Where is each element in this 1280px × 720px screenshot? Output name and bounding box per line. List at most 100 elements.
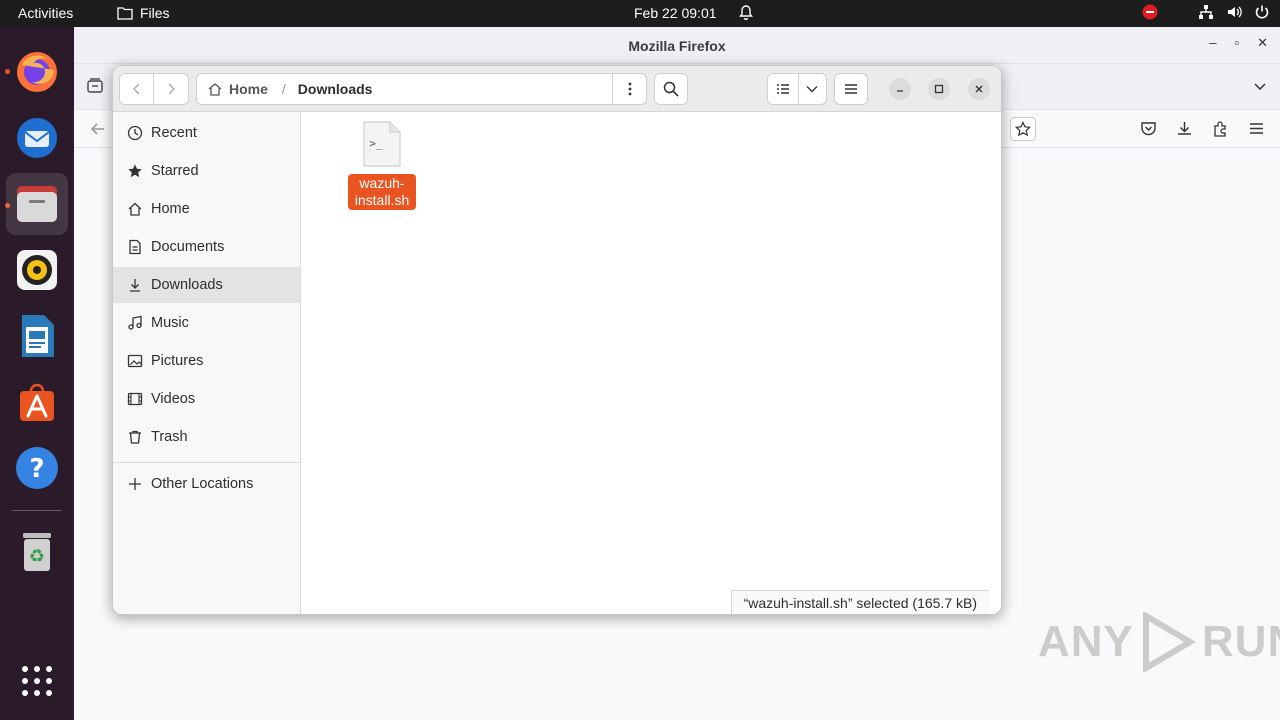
view-switcher [767,73,827,105]
volume-icon [1228,6,1242,18]
firefox-window-title: Mozilla Firefox [628,38,726,54]
bookmark-star-icon[interactable] [1010,117,1036,141]
pocket-icon[interactable] [1140,120,1157,140]
files-window: Home / Downloads Recent Starred Home Doc… [112,65,1002,615]
firefox-window-controls: – ▫ ✕ [1209,35,1268,51]
help-icon: ? [16,447,58,489]
sidebar-item-pictures[interactable]: Pictures [113,343,300,379]
document-icon [129,239,141,255]
shell-script-file-icon: >_ [363,121,401,167]
view-options-button[interactable] [799,74,826,104]
list-all-tabs-icon[interactable] [1252,78,1268,97]
firefox-icon [17,52,57,92]
plus-icon [129,478,141,490]
clock[interactable]: Feb 22 09:01 [634,5,717,21]
hamburger-menu-icon[interactable] [1248,120,1265,140]
folder-icon [117,7,133,20]
do-not-disturb-icon [1142,4,1158,20]
search-icon [663,81,679,97]
maximize-icon [934,84,944,94]
dock-thunderbird[interactable] [6,107,68,169]
file-name-line: install.sh [354,192,410,208]
sidebar-item-documents[interactable]: Documents [113,229,300,265]
anyrun-watermark: ANY RUN [1038,612,1280,672]
file-name-label: wazuh- install.sh [348,174,416,210]
selection-status: “wazuh-install.sh” selected (165.7 kB) [730,590,989,614]
dock-software[interactable] [6,371,68,433]
downloads-icon[interactable] [1176,120,1193,140]
svg-text:?: ? [29,454,44,484]
sidebar-item-label: Trash [151,429,188,445]
close-button[interactable] [968,78,990,100]
app-menu[interactable]: Files [117,5,170,21]
system-tray[interactable] [1142,4,1270,20]
minimize-icon[interactable]: – [1209,35,1216,51]
path-menu-button[interactable] [612,74,646,104]
libreoffice-writer-icon [22,315,54,357]
forward-button[interactable] [154,74,188,104]
search-button[interactable] [654,73,688,105]
videos-icon [127,392,143,406]
dock-rhythmbox[interactable] [6,239,68,301]
extensions-icon[interactable] [1212,120,1229,140]
list-view-icon [776,84,789,94]
sidebar-item-label: Videos [151,391,196,407]
maximize-button[interactable] [928,78,950,100]
dock-files[interactable] [6,173,68,235]
star-icon [128,164,142,178]
close-icon[interactable]: ✕ [1257,35,1268,51]
dock-trash[interactable]: ♻ [6,520,68,582]
app-grid-icon [22,666,52,696]
dock-writer[interactable] [6,305,68,367]
watermark-text-right: RUN [1201,617,1280,666]
path-home-button[interactable]: Home [197,81,268,97]
sidebar-item-starred[interactable]: Starred [113,153,300,189]
sidebar-item-other-locations[interactable]: Other Locations [113,466,300,502]
file-icon-glyph: >_ [369,137,383,150]
files-headerbar: Home / Downloads [113,66,1001,112]
path-home-label: Home [229,81,268,97]
pictures-icon [127,354,143,368]
svg-text:♻: ♻ [29,546,45,567]
back-arrow-icon[interactable] [89,120,107,141]
dock-firefox[interactable] [6,41,68,103]
back-button[interactable] [120,74,155,104]
files-app-icon [17,186,57,222]
dock: ? ♻ [0,27,74,720]
firefox-titlebar: Mozilla Firefox – ▫ ✕ [74,27,1280,64]
main-menu-button[interactable] [834,73,868,105]
minimize-button[interactable] [889,78,911,100]
path-separator: / [281,81,286,97]
home-icon [208,82,222,96]
file-item[interactable]: >_ wazuh- install.sh [348,120,416,210]
path-current-label[interactable]: Downloads [298,81,373,97]
sidebar-item-label: Recent [151,125,197,141]
show-apps-button[interactable] [6,650,68,712]
sidebar-item-videos[interactable]: Videos [113,381,300,417]
list-view-button[interactable] [768,74,799,104]
sidebar-item-home[interactable]: Home [113,191,300,227]
app-center-icon [20,383,54,421]
top-bar: Activities Files Feb 22 09:01 [0,0,1280,27]
hamburger-menu-icon [845,84,857,94]
sidebar-item-label: Music [151,315,189,331]
sidebar-item-recent[interactable]: Recent [113,115,300,151]
thunderbird-icon [17,118,57,158]
sidebar-item-trash[interactable]: Trash [113,419,300,455]
file-name-line: wazuh- [359,175,405,191]
sidebar-item-label: Home [151,201,190,217]
restore-icon[interactable]: ▫ [1234,35,1239,51]
file-view[interactable]: >_ wazuh- install.sh “wazuh-install.sh” … [302,112,1001,614]
sidebar-separator [113,462,300,463]
minimize-icon [897,90,903,92]
sidebar-item-downloads[interactable]: Downloads [113,267,300,303]
sidebar-item-music[interactable]: Music [113,305,300,341]
sidebar-item-label: Downloads [151,277,223,293]
firefox-view-icon[interactable] [86,77,104,98]
activities-button[interactable]: Activities [18,5,73,21]
dock-help[interactable]: ? [6,437,68,499]
download-icon [130,279,140,292]
sidebar-item-label: Documents [151,239,225,255]
history-buttons [119,73,189,105]
notification-bell-icon[interactable] [738,4,754,24]
